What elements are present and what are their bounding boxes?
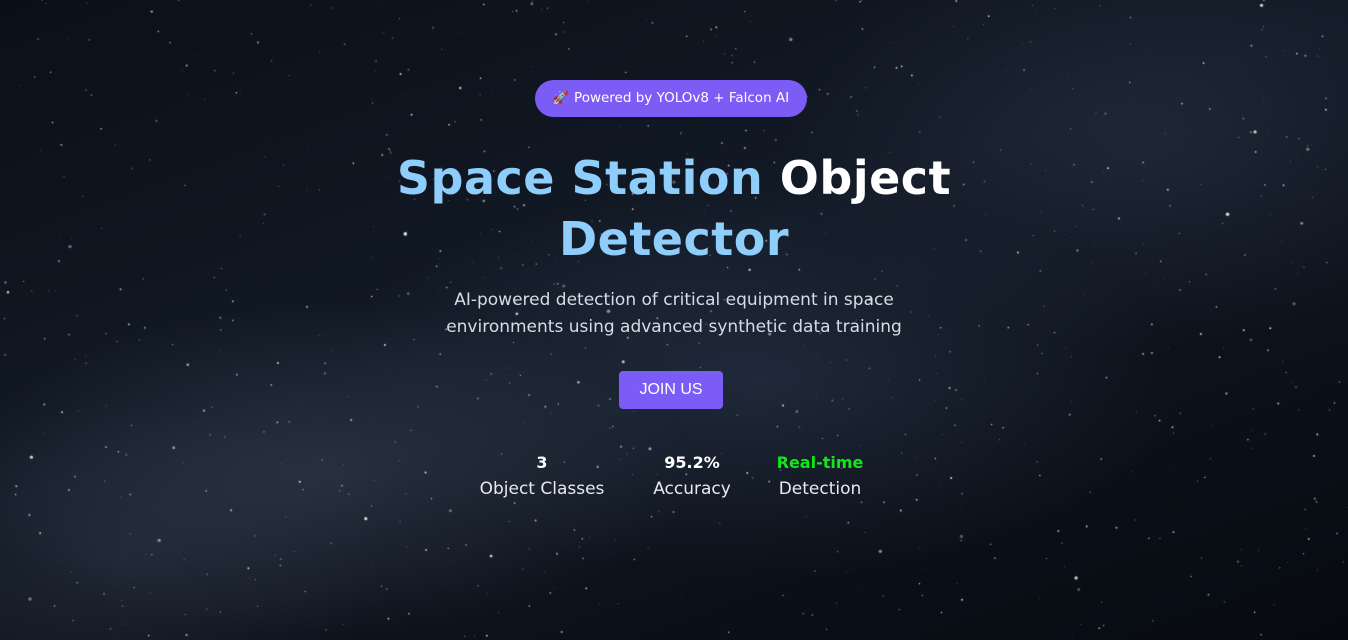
stat-object-classes: 3 Object Classes (462, 450, 622, 503)
title-part-object: Object (779, 151, 952, 205)
stat-value: 3 (536, 453, 548, 472)
join-us-button[interactable]: JOIN US (619, 371, 723, 409)
stat-label: Detection (778, 479, 862, 499)
stat-detection: Real-time Detection (760, 450, 880, 503)
hero-section: 🚀 Powered by YOLOv8 + Falcon AI Space Sta… (0, 0, 1348, 640)
rocket-icon: 🚀 (552, 91, 570, 106)
title-part-detector: Detector (558, 212, 790, 266)
badge-label: Powered by YOLOv8 + Falcon AI (574, 90, 790, 106)
title-part-space-station: Space Station (396, 151, 764, 205)
stat-value: 95.2% (664, 453, 720, 472)
subtitle-line-2: environments using advanced synthetic da… (446, 317, 902, 337)
stat-label: Object Classes (479, 479, 605, 499)
subtitle-line-1: AI-powered detection of critical equipme… (454, 290, 894, 310)
stat-value: Real-time (776, 453, 864, 472)
stat-accuracy: 95.2% Accuracy (632, 450, 752, 503)
hero-subtitle: AI-powered detection of critical equipme… (394, 287, 954, 341)
page-title: Space Station Object Detector (330, 148, 1018, 270)
stat-label: Accuracy (653, 479, 731, 499)
stats-row: 3 Object Classes 95.2% Accuracy Real-tim… (0, 450, 1348, 510)
powered-by-badge: 🚀 Powered by YOLOv8 + Falcon AI (535, 80, 807, 117)
